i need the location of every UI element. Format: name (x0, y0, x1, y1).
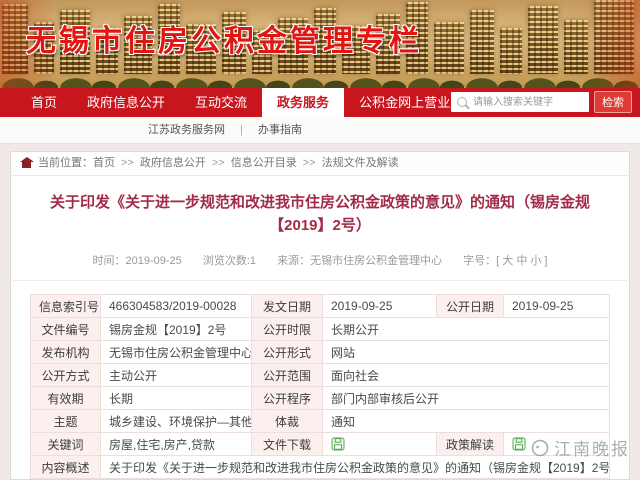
cell-label: 信息索引号 (31, 295, 101, 318)
breadcrumb-separator: >> (303, 152, 316, 175)
meta-time: 时间：2019-09-25 (93, 255, 182, 267)
search-input[interactable] (451, 92, 589, 112)
cell-label: 有效期 (31, 387, 101, 410)
nav-item-services[interactable]: 政务服务 (262, 88, 344, 117)
home-icon (22, 162, 31, 168)
cell-label: 文件下载 (252, 433, 323, 456)
cell-value: 无锡市住房公积金管理中心 (101, 341, 252, 364)
info-table: 信息索引号 466304583/2019-00028 发文日期 2019-09-… (30, 294, 610, 479)
banner-trees (0, 72, 640, 88)
cell-label: 公开程序 (252, 387, 323, 410)
search-button[interactable]: 检索 (594, 91, 632, 113)
cell-value: 通知 (323, 410, 610, 433)
cell-label: 体裁 (252, 410, 323, 433)
cell-label: 公开形式 (252, 341, 323, 364)
cell-value: 锡房金规【2019】2号 (101, 318, 252, 341)
breadcrumb-prefix: 当前位置： (38, 152, 93, 175)
table-row: 内容概述 关于印发《关于进一步规范和改进我市住房公积金政策的意见》的通知（锡房金… (31, 456, 610, 479)
cell-value: 部门内部审核后公开 (323, 387, 610, 410)
cell-label: 文件编号 (31, 318, 101, 341)
nav-item-gov-info[interactable]: 政府信息公开 (72, 88, 180, 117)
breadcrumb-separator: >> (121, 152, 134, 175)
meta-source: 来源：无锡市住房公积金管理中心 (277, 255, 442, 267)
table-row: 文件编号 锡房金规【2019】2号 公开时限 长期公开 (31, 318, 610, 341)
green-file-icon[interactable] (512, 437, 526, 451)
table-row: 主题 城乡建设、环境保护—其他 体裁 通知 (31, 410, 610, 433)
cell-label: 公开日期 (437, 295, 504, 318)
cell-value: 2019-09-25 (323, 295, 437, 318)
cell-label: 公开方式 (31, 364, 101, 387)
breadcrumb-home[interactable]: 首页 (93, 152, 115, 175)
link-jiangsu-service-portal[interactable]: 江苏政务服务网 (148, 124, 225, 136)
cell-label: 关键词 (31, 433, 101, 456)
breadcrumb: 当前位置： 首页 >> 政府信息公开 >> 信息公开目录 >> 法规文件及解读 (11, 152, 629, 176)
article-title: 关于印发《关于进一步规范和改进我市住房公积金政策的意见》的通知（锡房金规【201… (11, 176, 629, 241)
cell-value: 2019-09-25 (504, 295, 610, 318)
nav-item-home[interactable]: 首页 (16, 88, 72, 117)
cell-value: 长期 (101, 387, 252, 410)
subnav-separator: | (240, 124, 243, 136)
cell-value: 房屋,住宅,房产,贷款 (101, 433, 252, 456)
cell-value: 主动公开 (101, 364, 252, 387)
table-row: 发布机构 无锡市住房公积金管理中心 公开形式 网站 (31, 341, 610, 364)
cell-value: 面向社会 (323, 364, 610, 387)
cell-value: 长期公开 (323, 318, 610, 341)
cell-label: 公开范围 (252, 364, 323, 387)
cell-value: 城乡建设、环境保护—其他 (101, 410, 252, 433)
cell-value: 466304583/2019-00028 (101, 295, 252, 318)
site-title: 无锡市住房公积金管理专栏 (26, 16, 422, 60)
table-row: 有效期 长期 公开程序 部门内部审核后公开 (31, 387, 610, 410)
cell-label: 发文日期 (252, 295, 323, 318)
green-file-icon[interactable] (331, 437, 345, 451)
content-box: 当前位置： 首页 >> 政府信息公开 >> 信息公开目录 >> 法规文件及解读 … (10, 151, 630, 480)
article-meta: 时间：2019-09-25 浏览次数:1 来源：无锡市住房公积金管理中心 字号：… (13, 241, 627, 281)
main-nav: 首页 政府信息公开 互动交流 政务服务 公积金网上营业厅 检索 (0, 88, 640, 117)
cell-label: 发布机构 (31, 341, 101, 364)
table-row: 公开方式 主动公开 公开范围 面向社会 (31, 364, 610, 387)
link-service-guide[interactable]: 办事指南 (258, 124, 302, 136)
meta-views: 浏览次数:1 (203, 255, 256, 267)
breadcrumb-info-catalog[interactable]: 信息公开目录 (231, 152, 297, 175)
cell-label: 主题 (31, 410, 101, 433)
nav-item-interaction[interactable]: 互动交流 (180, 88, 262, 117)
table-row: 信息索引号 466304583/2019-00028 发文日期 2019-09-… (31, 295, 610, 318)
cell-label: 政策解读 (437, 433, 504, 456)
table-row: 关键词 房屋,住宅,房产,贷款 文件下载 政策解读 (31, 433, 610, 456)
breadcrumb-regulations[interactable]: 法规文件及解读 (322, 152, 399, 175)
sub-nav: 江苏政务服务网 | 办事指南 (0, 117, 640, 144)
swirl-logo-icon (530, 438, 550, 458)
header-banner: 无锡市住房公积金管理专栏 (0, 0, 640, 88)
cell-file-download (323, 433, 437, 456)
meta-fontsize: 字号：[ 大 中 小 ] (463, 255, 547, 267)
cell-label: 内容概述 (31, 456, 101, 479)
cell-value: 网站 (323, 341, 610, 364)
watermark-text: 江南晚报 (554, 435, 630, 460)
watermark: 江南晚报 (530, 435, 630, 460)
fontsize-options[interactable]: [ 大 中 小 ] (496, 255, 547, 267)
search-icon (457, 97, 467, 107)
breadcrumb-gov-info[interactable]: 政府信息公开 (140, 152, 206, 175)
breadcrumb-separator: >> (212, 152, 225, 175)
search-area: 检索 (451, 91, 632, 113)
cell-label: 公开时限 (252, 318, 323, 341)
